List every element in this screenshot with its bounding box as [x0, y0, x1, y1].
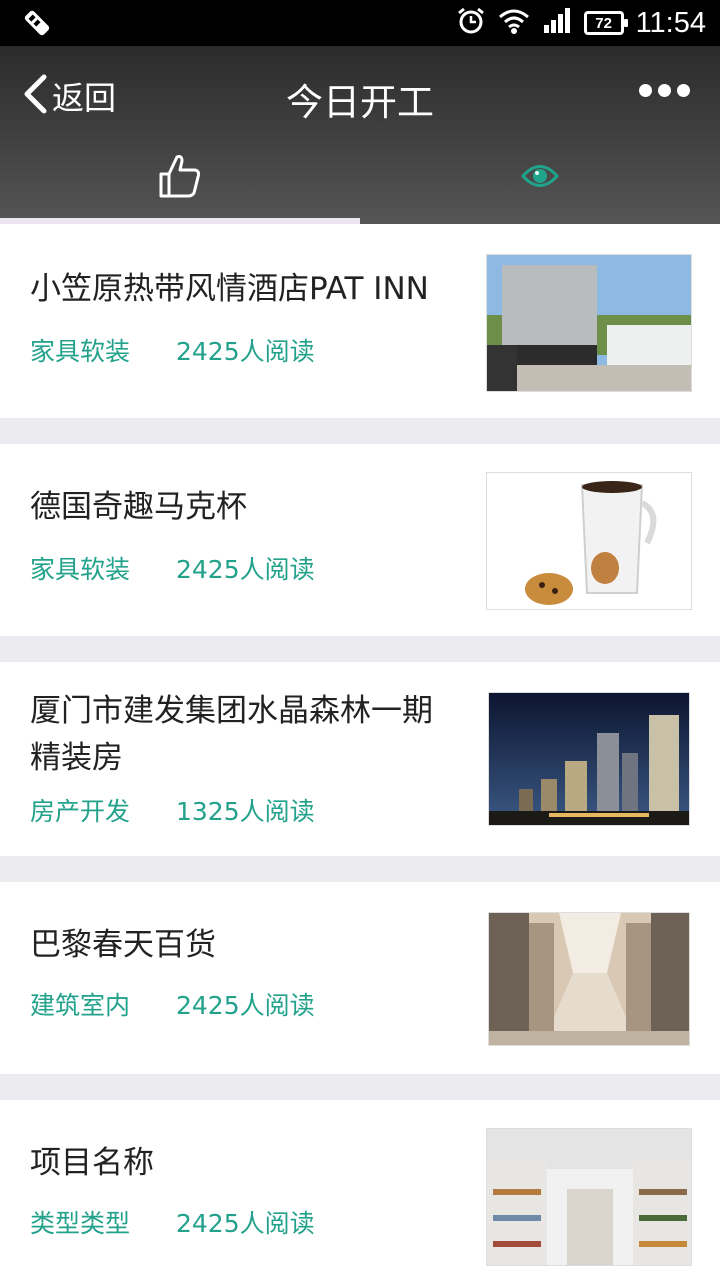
article-category: 建筑室内: [30, 991, 131, 1020]
article-meta: 房产开发 1325人阅读: [30, 792, 315, 828]
list-item[interactable]: 项目名称 类型类型 2425人阅读: [0, 1100, 720, 1280]
article-thumbnail: [486, 1128, 692, 1266]
article-read-count: 2425人阅读: [176, 991, 315, 1020]
clock: 11:54: [635, 6, 706, 39]
article-read-count: 2425人阅读: [176, 555, 315, 584]
article-title: 小笠原热带风情酒店PAT INN: [30, 271, 429, 307]
article-meta: 建筑室内 2425人阅读: [30, 986, 315, 1022]
list-item[interactable]: 巴黎春天百货 建筑室内 2425人阅读: [0, 882, 720, 1074]
article-list: 小笠原热带风情酒店PAT INN 家具软装 2425人阅读 德国奇趣马克杯 家具…: [0, 224, 720, 1280]
more-dots-icon: [677, 84, 690, 97]
tab-viewed[interactable]: [360, 146, 720, 224]
article-meta: 家具软装 2425人阅读: [30, 550, 315, 586]
article-thumbnail: [486, 472, 692, 610]
nav-bar: 返回 今日开工: [0, 46, 720, 224]
page-title: 今日开工: [286, 81, 434, 124]
article-title: 巴黎春天百货: [30, 927, 216, 963]
more-dots-icon: [658, 84, 671, 97]
article-title: 项目名称: [30, 1145, 154, 1181]
article-meta: 家具软装 2425人阅读: [30, 332, 315, 368]
list-item[interactable]: 厦门市建发集团水晶森林一期精装房 房产开发 1325人阅读: [0, 662, 720, 856]
wifi-icon: [498, 7, 530, 39]
signal-icon: [542, 7, 572, 39]
article-thumbnail: [488, 912, 690, 1046]
usb-debug-icon: [22, 8, 52, 42]
article-category: 类型类型: [30, 1209, 131, 1238]
article-title: 厦门市建发集团水晶森林一期精装房: [30, 693, 433, 776]
battery-level: 72: [595, 14, 612, 32]
list-item[interactable]: 德国奇趣马克杯 家具软装 2425人阅读: [0, 444, 720, 636]
eye-icon: [520, 163, 560, 193]
tab-liked[interactable]: [0, 146, 360, 224]
more-dots-icon: [639, 84, 652, 97]
battery-icon: 72: [583, 11, 628, 35]
tab-bar: [0, 146, 720, 224]
article-read-count: 2425人阅读: [176, 1209, 315, 1238]
article-category: 家具软装: [30, 555, 131, 584]
article-read-count: 1325人阅读: [176, 797, 315, 826]
article-meta: 类型类型 2425人阅读: [30, 1204, 315, 1240]
article-title: 德国奇趣马克杯: [30, 489, 247, 525]
article-thumbnail: [486, 254, 692, 392]
article-category: 房产开发: [30, 797, 131, 826]
thumbs-up-icon: [158, 153, 202, 203]
article-read-count: 2425人阅读: [176, 337, 315, 366]
article-category: 家具软装: [30, 337, 131, 366]
more-button[interactable]: [639, 84, 690, 97]
status-bar: 72 11:54: [0, 0, 720, 46]
article-thumbnail: [488, 692, 690, 826]
list-item[interactable]: 小笠原热带风情酒店PAT INN 家具软装 2425人阅读: [0, 224, 720, 418]
alarm-icon: [456, 6, 486, 40]
